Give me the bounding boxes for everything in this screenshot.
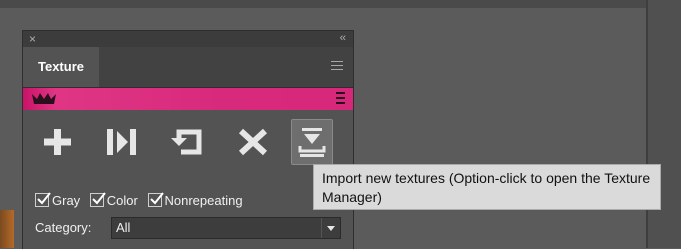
delete-button[interactable]: [233, 119, 273, 163]
load-button[interactable]: [101, 119, 141, 163]
checkmark-icon: [147, 192, 164, 207]
close-icon[interactable]: ×: [29, 32, 36, 46]
plus-icon: [44, 129, 71, 155]
import-icon: [298, 128, 326, 157]
filter-checkboxes: Gray Color Nonrepeating: [35, 192, 249, 208]
checkmark-icon: [89, 192, 106, 207]
panel-titlebar: × ‹‹: [23, 31, 353, 47]
gray-label: Gray: [52, 193, 81, 208]
collapse-icon[interactable]: ‹‹: [340, 32, 346, 44]
crown-icon: [32, 93, 56, 104]
load-arrow-icon: [107, 129, 136, 155]
import-button[interactable]: [291, 119, 333, 165]
right-dock: [648, 0, 681, 248]
texture-panel: × ‹‹ Texture Gray Color Nonrepeating Cat…: [22, 30, 354, 249]
tab-bar: Texture: [23, 47, 353, 88]
nonrepeating-checkbox[interactable]: Nonrepeating: [147, 192, 243, 208]
category-select[interactable]: All: [111, 217, 341, 239]
plugin-banner: [23, 88, 353, 110]
canvas-image-edge: [0, 210, 14, 248]
hamburger-icon[interactable]: [331, 61, 343, 73]
top-strip: [0, 0, 681, 8]
gray-checkbox[interactable]: Gray: [35, 192, 81, 208]
x-icon: [238, 128, 268, 156]
chevron-down-icon: [321, 218, 340, 238]
import-tooltip: Import new textures (Option-click to ope…: [313, 164, 661, 210]
color-label: Color: [106, 193, 138, 208]
checkmark-icon: [35, 192, 51, 207]
nonrepeating-label: Nonrepeating: [164, 193, 243, 208]
banner-menu-icon[interactable]: [336, 92, 345, 107]
refresh-icon: [171, 129, 202, 155]
category-value: All: [116, 220, 131, 235]
toolbar: [23, 119, 353, 171]
add-button[interactable]: [37, 119, 77, 163]
category-label: Category:: [35, 220, 92, 235]
tab-texture[interactable]: Texture: [23, 47, 99, 87]
refresh-button[interactable]: [167, 119, 207, 163]
color-checkbox[interactable]: Color: [89, 192, 138, 208]
